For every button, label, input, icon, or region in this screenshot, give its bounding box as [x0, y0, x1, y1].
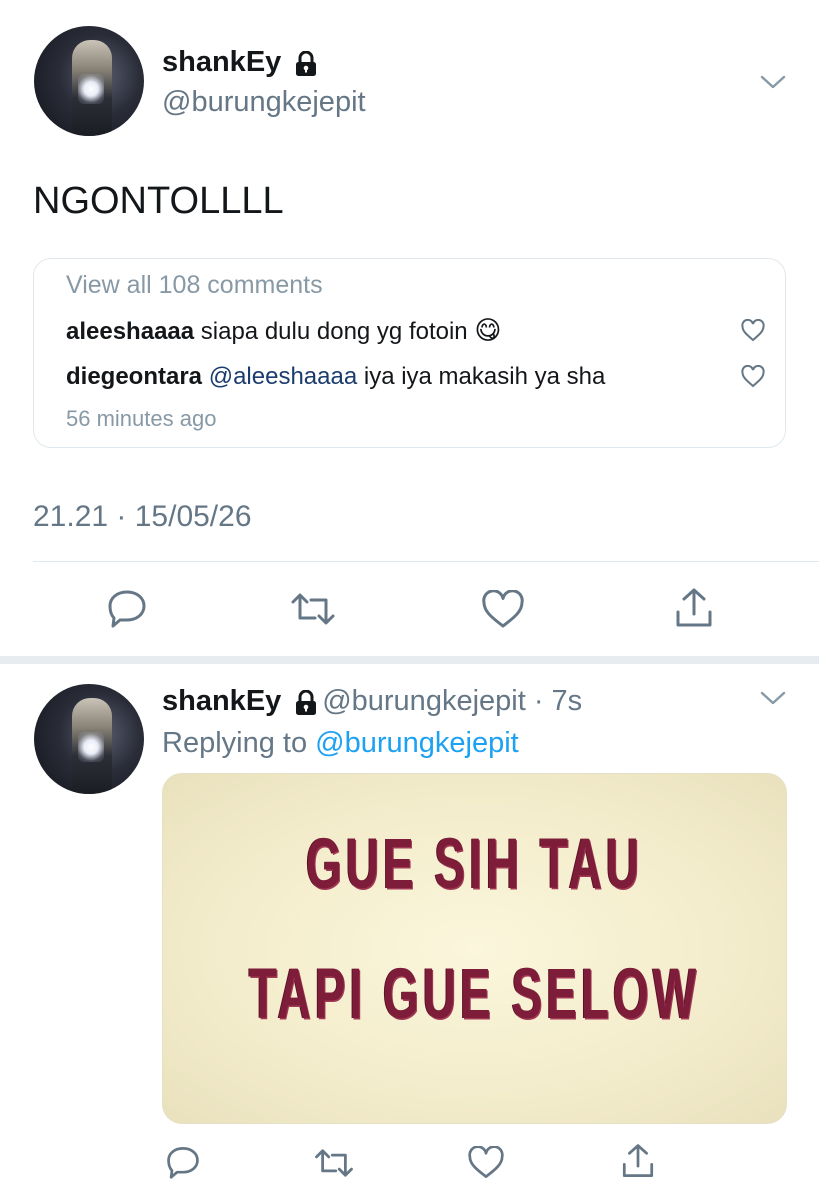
- reply-icon[interactable]: [106, 588, 148, 628]
- tweet-image[interactable]: GUE SIH TAU TAPI GUE SELOW: [162, 773, 787, 1124]
- chevron-down-icon[interactable]: [760, 690, 786, 706]
- tweet-separator: [0, 656, 819, 664]
- comment-username[interactable]: aleeshaaaa: [66, 318, 194, 345]
- emoji-icon: 😋: [474, 315, 502, 345]
- retweet-icon[interactable]: [313, 1148, 355, 1178]
- meme-text-line: GUE SIH TAU: [305, 822, 644, 904]
- replying-to-handle[interactable]: @burungkejepit: [315, 727, 519, 759]
- avatar[interactable]: [34, 26, 144, 136]
- share-icon[interactable]: [673, 586, 715, 630]
- meme-text-line: TAPI GUE SELOW: [248, 952, 701, 1034]
- tweet-timestamp[interactable]: 21.21 · 15/05/26: [33, 500, 252, 534]
- lock-icon: [294, 689, 318, 721]
- reply-author-row: shankEy @burungkejepit · 7s: [162, 685, 582, 721]
- view-all-comments-link[interactable]: View all 108 comments: [66, 271, 323, 300]
- avatar[interactable]: [34, 684, 144, 794]
- comment-text: siapa dulu dong yg fotoin: [200, 318, 468, 345]
- like-icon[interactable]: [467, 1146, 505, 1180]
- replying-to: Replying to @burungkejepit: [162, 727, 519, 760]
- chevron-down-icon[interactable]: [760, 74, 786, 90]
- retweet-icon[interactable]: [289, 592, 337, 626]
- comment-text: iya iya makasih ya sha: [363, 363, 606, 390]
- comment-time: 56 minutes ago: [66, 406, 217, 431]
- handle[interactable]: @burungkejepit: [162, 86, 366, 119]
- reply-icon[interactable]: [165, 1145, 201, 1179]
- heart-outline-icon[interactable]: [740, 365, 766, 389]
- comments-card[interactable]: View all 108 comments aleeshaaaa siapa d…: [33, 258, 786, 448]
- display-name[interactable]: shankEy: [162, 685, 281, 717]
- author-row: shankEy: [162, 46, 318, 82]
- lock-icon: [294, 50, 318, 82]
- handle-and-time[interactable]: @burungkejepit · 7s: [322, 685, 582, 717]
- divider: [33, 561, 819, 562]
- share-icon[interactable]: [620, 1142, 656, 1180]
- comment-mention[interactable]: @aleeshaaaa: [209, 363, 357, 390]
- display-name[interactable]: shankEy: [162, 46, 281, 78]
- replying-to-label: Replying to: [162, 727, 308, 759]
- heart-outline-icon[interactable]: [740, 319, 766, 343]
- tweet-text: NGONTOLLLL: [33, 180, 284, 222]
- comment-row: diegeontara @aleeshaaaa iya iya makasih …: [66, 363, 605, 391]
- comment-row: aleeshaaaa siapa dulu dong yg fotoin 😋: [66, 315, 501, 346]
- like-icon[interactable]: [481, 590, 525, 630]
- comment-username[interactable]: diegeontara: [66, 363, 202, 390]
